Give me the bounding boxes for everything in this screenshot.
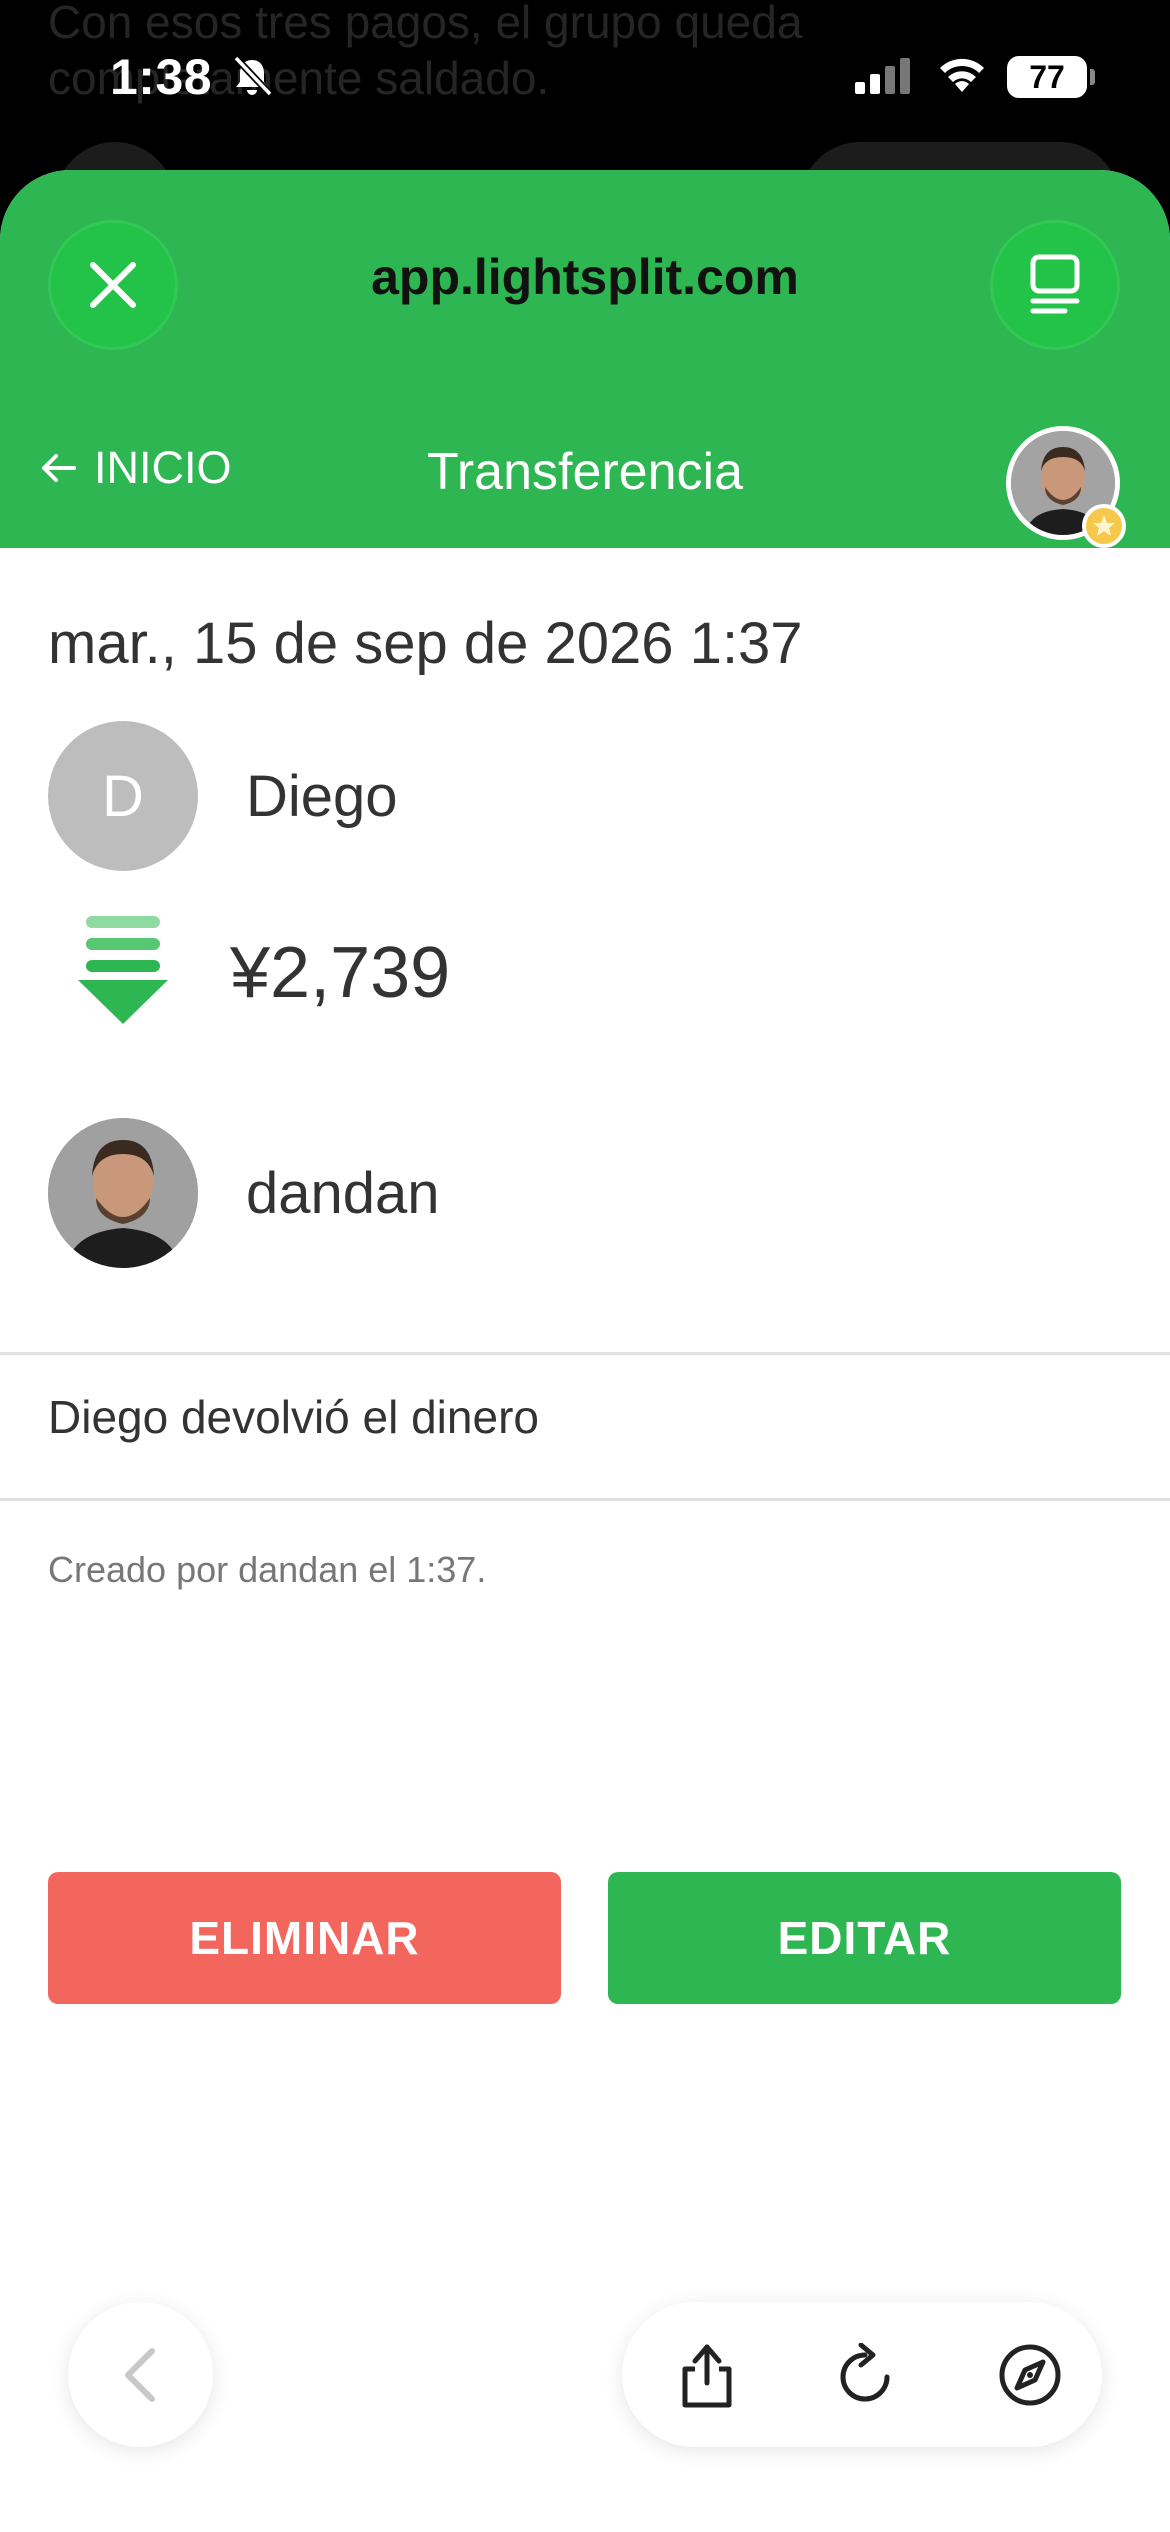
- divider: [0, 1498, 1170, 1501]
- payee-row: dandan: [48, 1118, 440, 1268]
- chevron-left-icon: [124, 2347, 155, 2402]
- browser-sheet: app.lightsplit.com INICIO Transferencia: [0, 170, 1170, 2532]
- transfer-down-icon: [78, 916, 168, 1024]
- amount-row: ¥2,739: [48, 908, 450, 1038]
- share-icon[interactable]: [667, 2335, 747, 2415]
- browser-back-button[interactable]: [68, 2302, 213, 2447]
- compass-icon[interactable]: [990, 2335, 1070, 2415]
- wifi-icon: [935, 52, 989, 101]
- edit-button[interactable]: EDITAR: [608, 1872, 1121, 2004]
- star-badge-icon: [1082, 504, 1126, 548]
- payer-row: D Diego: [48, 721, 398, 871]
- signal-icon: [855, 56, 915, 101]
- tabs-button[interactable]: [990, 220, 1120, 350]
- app-header: INICIO Transferencia: [0, 390, 1170, 548]
- reload-icon[interactable]: [827, 2335, 907, 2415]
- transfer-date: mar., 15 de sep de 2026 1:37: [48, 611, 803, 676]
- payer-name: Diego: [246, 763, 398, 829]
- browser-toolbar: [622, 2302, 1102, 2447]
- transfer-note: Diego devolvió el dinero: [48, 1391, 539, 1443]
- delete-button[interactable]: ELIMINAR: [48, 1872, 561, 2004]
- status-time: 1:38: [110, 49, 213, 105]
- bell-slash-icon: [230, 54, 274, 103]
- page-title: Transferencia: [427, 443, 743, 501]
- created-info: Creado por dandan el 1:37.: [48, 1549, 487, 1590]
- battery-nub: [1090, 69, 1095, 85]
- payer-avatar: D: [48, 721, 198, 871]
- tabs-icon: [1030, 254, 1080, 314]
- divider: [0, 1352, 1170, 1355]
- payee-name: dandan: [246, 1160, 440, 1226]
- battery-indicator: 77: [1007, 56, 1087, 98]
- payee-avatar: [48, 1118, 198, 1268]
- status-bar: 1:38 77: [0, 0, 1170, 150]
- transfer-amount: ¥2,739: [230, 933, 451, 1013]
- browser-bar: app.lightsplit.com: [0, 170, 1170, 390]
